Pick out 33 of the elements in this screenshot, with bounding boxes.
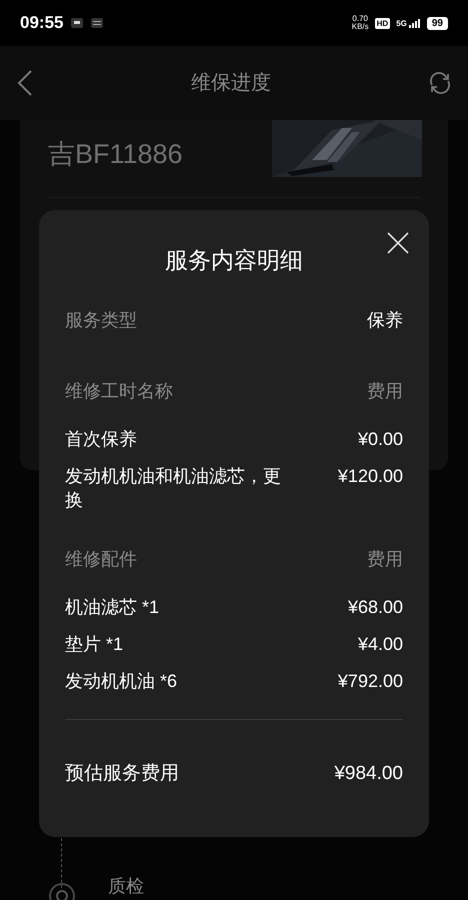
item-price: ¥120.00 (338, 465, 403, 488)
column-heading: 费用 (367, 380, 403, 403)
item-price: ¥0.00 (358, 428, 403, 451)
item-name: 发动机机油 *6 (65, 670, 178, 693)
item-price: ¥792.00 (338, 670, 403, 693)
row-value: 保养 (367, 309, 403, 332)
item-name: 发动机机油和机油滤芯，更换 (65, 465, 282, 512)
item-name: 垫片 *1 (65, 633, 124, 656)
page-title: 维保进度 (191, 71, 271, 96)
total-label: 预估服务费用 (65, 762, 179, 786)
network-type: 5G (396, 18, 407, 28)
refresh-button[interactable] (428, 71, 452, 95)
item-name: 机油滤芯 *1 (65, 596, 160, 619)
license-plate: 吉BF11886 (48, 138, 183, 171)
step-label: 质检 (108, 875, 144, 898)
item-name: 首次保养 (65, 428, 137, 451)
battery-indicator: 99 (426, 16, 448, 30)
clock: 09:55 (20, 12, 64, 34)
column-heading: 费用 (367, 548, 403, 571)
notification-icon (71, 18, 84, 28)
back-button[interactable] (16, 69, 34, 97)
close-button[interactable] (387, 232, 409, 254)
item-price: ¥4.00 (358, 633, 403, 656)
total-value: ¥984.00 (334, 762, 403, 786)
row-label: 服务类型 (65, 309, 137, 332)
notification-icon (91, 18, 104, 28)
network-speed: 0.70 KB/s (352, 15, 369, 31)
hd-badge: HD (374, 18, 390, 28)
section-heading: 维修工时名称 (65, 380, 173, 403)
dialog-title: 服务内容明细 (165, 246, 303, 275)
section-heading: 维修配件 (65, 548, 137, 571)
signal-icon (408, 18, 421, 28)
item-price: ¥68.00 (348, 596, 403, 619)
